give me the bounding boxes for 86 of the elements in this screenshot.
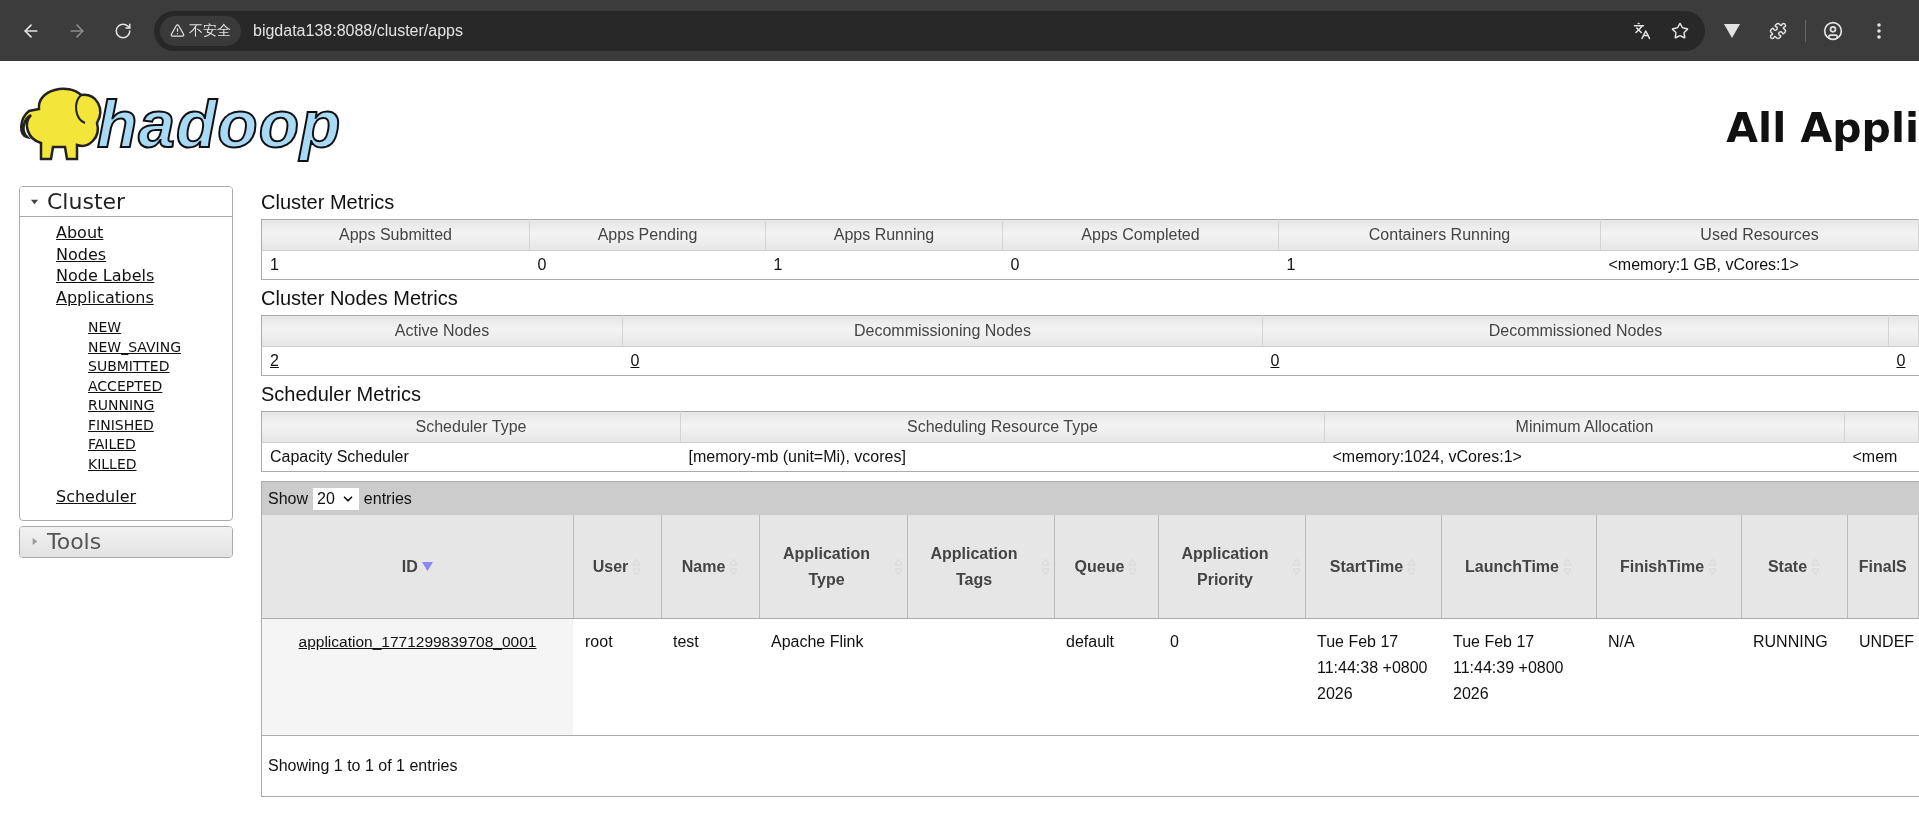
column-header[interactable]: LaunchTime bbox=[1441, 515, 1596, 619]
column-header[interactable]: Application Priority bbox=[1158, 515, 1305, 619]
nav-link[interactable]: ACCEPTED bbox=[88, 376, 163, 396]
table-cell: N/A bbox=[1608, 633, 1635, 650]
metric-link[interactable]: 0 bbox=[1896, 352, 1906, 369]
column-header: Scheduler Type bbox=[261, 411, 681, 443]
nav-link[interactable]: Nodes bbox=[56, 243, 107, 265]
column-header[interactable]: Name bbox=[661, 515, 759, 619]
column-header[interactable]: FinalS bbox=[1847, 515, 1919, 619]
metric-value: 1 bbox=[270, 256, 279, 273]
nav-link[interactable]: FAILED bbox=[88, 435, 136, 455]
column-header[interactable]: Application Tags bbox=[907, 515, 1054, 619]
metric-value: <memory:1 GB, vCores:1> bbox=[1608, 256, 1799, 273]
column-header[interactable]: ID bbox=[262, 515, 573, 619]
table-cell: test bbox=[673, 633, 699, 650]
table-cell: Tue Feb 17 11:44:39 +0800 2026 bbox=[1453, 633, 1564, 702]
metric-value: 0 bbox=[1010, 256, 1020, 273]
sidebar-section-header[interactable]: Tools bbox=[20, 526, 232, 557]
table-info: Showing 1 to 1 of 1 entries bbox=[268, 757, 458, 775]
table-cell: UNDEF bbox=[1859, 633, 1915, 650]
nav-link[interactable]: KILLED bbox=[88, 454, 137, 474]
application-link[interactable]: application_1771299839708_0001 bbox=[298, 633, 537, 650]
entries-label: entries bbox=[363, 489, 412, 508]
nav-link[interactable]: About bbox=[56, 222, 104, 244]
show-label: Show bbox=[268, 489, 309, 508]
page-title: All Appli bbox=[1726, 102, 1919, 152]
expanded-caret-icon bbox=[30, 197, 39, 206]
section-title: Cluster Metrics bbox=[261, 190, 396, 215]
column-header: Minimum Allocation bbox=[1324, 411, 1845, 443]
profile-icon bbox=[1823, 20, 1843, 41]
star-icon bbox=[1671, 21, 1689, 40]
metric-value: 1 bbox=[1286, 256, 1296, 273]
metric-value: 1 bbox=[773, 256, 783, 273]
nav-link[interactable]: Applications bbox=[56, 286, 154, 308]
metric-value: 0 bbox=[537, 256, 547, 273]
section-title: Cluster Nodes Metrics bbox=[261, 286, 459, 311]
column-header: Apps Running bbox=[765, 219, 1003, 251]
column-header[interactable]: FinishTime bbox=[1596, 515, 1741, 619]
column-header: Decommissioned Nodes bbox=[1262, 315, 1889, 347]
metric-link[interactable]: 0 bbox=[1270, 352, 1280, 369]
table-cell: 0 bbox=[1170, 633, 1179, 650]
menu-icon bbox=[1877, 22, 1881, 39]
security-chip[interactable]: 不安全 bbox=[160, 15, 241, 46]
metric-link[interactable]: 0 bbox=[630, 352, 640, 369]
page-size-select[interactable]: 20 bbox=[313, 487, 359, 510]
sort-descending-icon bbox=[421, 562, 433, 571]
collapsed-caret-icon bbox=[30, 537, 39, 546]
table-cell: root bbox=[585, 633, 613, 650]
column-header[interactable]: Queue bbox=[1054, 515, 1158, 619]
column-header[interactable]: State bbox=[1741, 515, 1847, 619]
column-header[interactable]: StartTime bbox=[1305, 515, 1441, 619]
nav-link[interactable]: SUBMITTED bbox=[88, 357, 170, 377]
nav-link[interactable]: NEW bbox=[88, 318, 122, 338]
nav-link[interactable]: RUNNING bbox=[88, 396, 155, 416]
url-text: bigdata138:8088/cluster/apps bbox=[253, 21, 464, 40]
warning-icon bbox=[170, 23, 185, 38]
column-header: Active Nodes bbox=[261, 315, 623, 347]
column-header: Scheduling Resource Type bbox=[680, 411, 1325, 443]
table-cell: RUNNING bbox=[1753, 633, 1828, 650]
column-header[interactable]: Application Type bbox=[759, 515, 907, 619]
metric-value: <memory:1024, vCores:1> bbox=[1332, 448, 1522, 465]
triangle-icon bbox=[1724, 23, 1740, 38]
nav-link[interactable]: NEW_SAVING bbox=[88, 337, 182, 357]
column-header: Apps Submitted bbox=[261, 219, 530, 251]
table-cell: Apache Flink bbox=[771, 633, 864, 650]
column-header: Apps Pending bbox=[529, 219, 766, 251]
column-header: Decommissioning Nodes bbox=[622, 315, 1263, 347]
column-header[interactable]: User bbox=[573, 515, 661, 619]
metric-value: [memory-mb (unit=Mi), vcores] bbox=[688, 448, 906, 465]
metric-value: Capacity Scheduler bbox=[270, 448, 409, 465]
table-cell: default bbox=[1066, 633, 1115, 650]
column-header: Apps Completed bbox=[1002, 219, 1279, 251]
section-title: Scheduler Metrics bbox=[261, 382, 423, 407]
translate-icon bbox=[1633, 21, 1651, 40]
metric-value: <mem bbox=[1852, 448, 1898, 465]
nav-link[interactable]: Scheduler bbox=[56, 486, 137, 508]
sidebar-section-header[interactable]: Cluster bbox=[20, 187, 232, 217]
puzzle-icon bbox=[1769, 21, 1787, 40]
address-bar[interactable]: 不安全 bigdata138:8088/cluster/apps bbox=[154, 10, 1705, 51]
table-cell: Tue Feb 17 11:44:38 +0800 2026 bbox=[1317, 633, 1428, 702]
metric-link[interactable]: 2 bbox=[270, 352, 279, 369]
column-header: Used Resources bbox=[1600, 219, 1919, 251]
reload-icon bbox=[114, 21, 132, 40]
nav-link[interactable]: Node Labels bbox=[56, 265, 155, 287]
column-header: Containers Running bbox=[1278, 219, 1601, 251]
nav-link[interactable]: FINISHED bbox=[88, 415, 154, 435]
